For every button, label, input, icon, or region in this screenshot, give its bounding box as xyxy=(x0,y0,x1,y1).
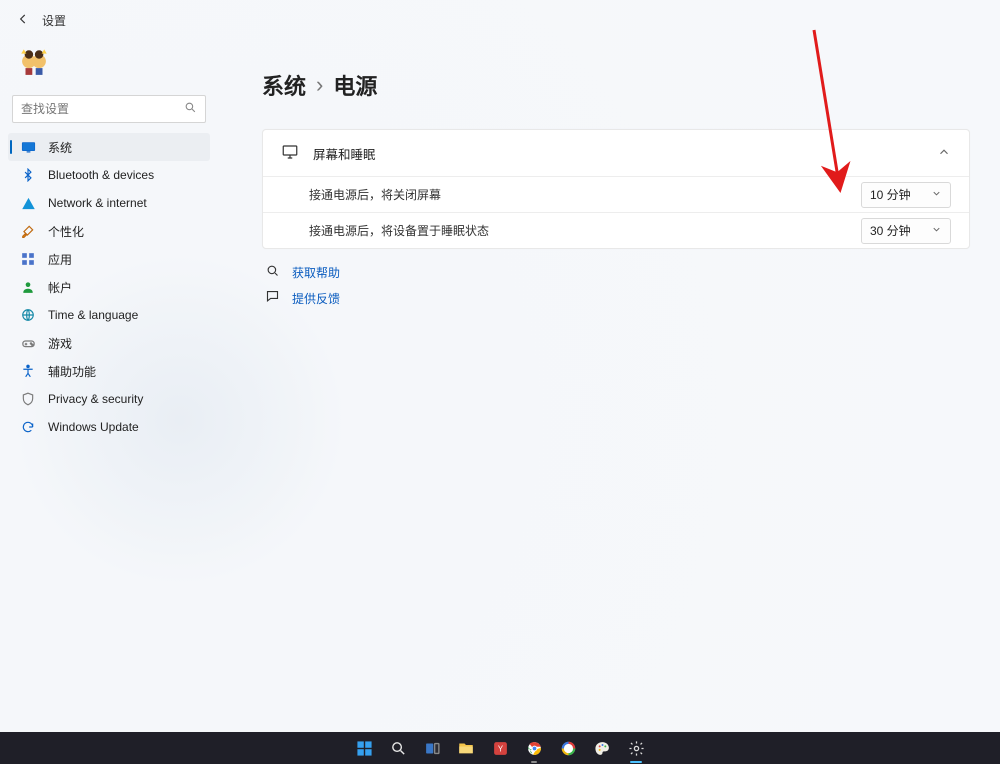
chevron-down-icon xyxy=(931,188,942,202)
sidebar-item-network[interactable]: Network & internet xyxy=(8,189,210,217)
card-title: 屏幕和睡眠 xyxy=(313,144,376,163)
sidebar-item-label: 系统 xyxy=(48,139,72,156)
screen-sleep-card: 屏幕和睡眠 接通电源后，将关闭屏幕 10 分钟 接通电源后，将设备置于睡眠状态 xyxy=(262,129,970,249)
help-link-label[interactable]: 获取帮助 xyxy=(292,264,340,281)
sidebar-item-label: Time & language xyxy=(48,308,138,322)
feedback-icon xyxy=(264,289,280,307)
globe-icon xyxy=(20,307,36,323)
task-view-icon[interactable] xyxy=(420,736,444,760)
brush-icon xyxy=(20,223,36,239)
screen-off-dropdown[interactable]: 10 分钟 xyxy=(861,182,951,208)
search-box[interactable] xyxy=(12,95,206,123)
sidebar-item-label: Network & internet xyxy=(48,196,147,210)
shield-icon xyxy=(20,391,36,407)
taskbar-search-icon[interactable] xyxy=(386,736,410,760)
monitor-sleep-icon xyxy=(281,143,299,164)
sidebar: 系统 Bluetooth & devices Network & interne… xyxy=(0,33,218,733)
gamepad-icon xyxy=(20,335,36,351)
help-links: 获取帮助 提供反馈 xyxy=(262,263,970,307)
setting-label: 接通电源后，将设备置于睡眠状态 xyxy=(309,222,489,239)
sidebar-item-gaming[interactable]: 游戏 xyxy=(8,329,210,357)
sidebar-item-privacy[interactable]: Privacy & security xyxy=(8,385,210,413)
help-bubble-icon xyxy=(264,263,280,281)
accessibility-icon xyxy=(20,363,36,379)
sidebar-item-personalization[interactable]: 个性化 xyxy=(8,217,210,245)
sidebar-item-label: 应用 xyxy=(48,251,72,268)
avatar[interactable] xyxy=(16,45,52,81)
user-icon xyxy=(20,279,36,295)
dropdown-value: 30 分钟 xyxy=(870,222,911,239)
sidebar-item-accessibility[interactable]: 辅助功能 xyxy=(8,357,210,385)
sidebar-item-apps[interactable]: 应用 xyxy=(8,245,210,273)
sidebar-item-label: 帐户 xyxy=(48,279,72,296)
search-icon xyxy=(184,101,197,117)
settings-icon[interactable] xyxy=(624,736,648,760)
svg-text:Y: Y xyxy=(497,744,503,753)
app-title: 设置 xyxy=(42,12,66,29)
sidebar-item-label: 辅助功能 xyxy=(48,363,96,380)
chevron-up-icon xyxy=(937,145,951,162)
breadcrumb-separator: › xyxy=(316,72,323,98)
file-explorer-icon[interactable] xyxy=(454,736,478,760)
chevron-down-icon xyxy=(931,224,942,238)
sidebar-item-label: 游戏 xyxy=(48,335,72,352)
screen-sleep-expander[interactable]: 屏幕和睡眠 xyxy=(263,130,969,176)
sidebar-item-system[interactable]: 系统 xyxy=(8,133,210,161)
chrome-icon[interactable] xyxy=(522,736,546,760)
sidebar-item-bluetooth[interactable]: Bluetooth & devices xyxy=(8,161,210,189)
paint-icon[interactable] xyxy=(590,736,614,760)
title-bar: 设置 xyxy=(0,0,1000,33)
display-icon xyxy=(20,139,36,155)
breadcrumb-root[interactable]: 系统 xyxy=(262,69,306,101)
sidebar-item-label: Privacy & security xyxy=(48,392,143,406)
sidebar-item-label: Bluetooth & devices xyxy=(48,168,154,182)
taskbar-app-icon[interactable]: Y xyxy=(488,736,512,760)
taskbar: Y xyxy=(0,732,1000,764)
sleep-dropdown[interactable]: 30 分钟 xyxy=(861,218,951,244)
main-panel: 系统 › 电源 屏幕和睡眠 接通电源后，将关闭屏幕 10 分钟 xyxy=(218,33,1000,733)
help-link-feedback: 提供反馈 xyxy=(264,289,970,307)
sidebar-item-accounts[interactable]: 帐户 xyxy=(8,273,210,301)
sidebar-item-label: Windows Update xyxy=(48,420,139,434)
wifi-icon xyxy=(20,195,36,211)
nav-list: 系统 Bluetooth & devices Network & interne… xyxy=(8,133,210,441)
update-icon xyxy=(20,419,36,435)
help-link-get-help: 获取帮助 xyxy=(264,263,970,281)
sidebar-item-label: 个性化 xyxy=(48,223,84,240)
browser-icon[interactable] xyxy=(556,736,580,760)
setting-row-sleep: 接通电源后，将设备置于睡眠状态 30 分钟 xyxy=(263,212,969,248)
sidebar-item-time-language[interactable]: Time & language xyxy=(8,301,210,329)
setting-row-screen-off: 接通电源后，将关闭屏幕 10 分钟 xyxy=(263,176,969,212)
help-link-label[interactable]: 提供反馈 xyxy=(292,290,340,307)
bluetooth-icon xyxy=(20,167,36,183)
back-icon[interactable] xyxy=(16,12,30,29)
apps-icon xyxy=(20,251,36,267)
search-input[interactable] xyxy=(21,102,184,116)
start-button[interactable] xyxy=(352,736,376,760)
setting-label: 接通电源后，将关闭屏幕 xyxy=(309,186,441,203)
breadcrumb-page: 电源 xyxy=(333,69,377,101)
dropdown-value: 10 分钟 xyxy=(870,186,911,203)
breadcrumb: 系统 › 电源 xyxy=(262,69,970,101)
sidebar-item-windows-update[interactable]: Windows Update xyxy=(8,413,210,441)
